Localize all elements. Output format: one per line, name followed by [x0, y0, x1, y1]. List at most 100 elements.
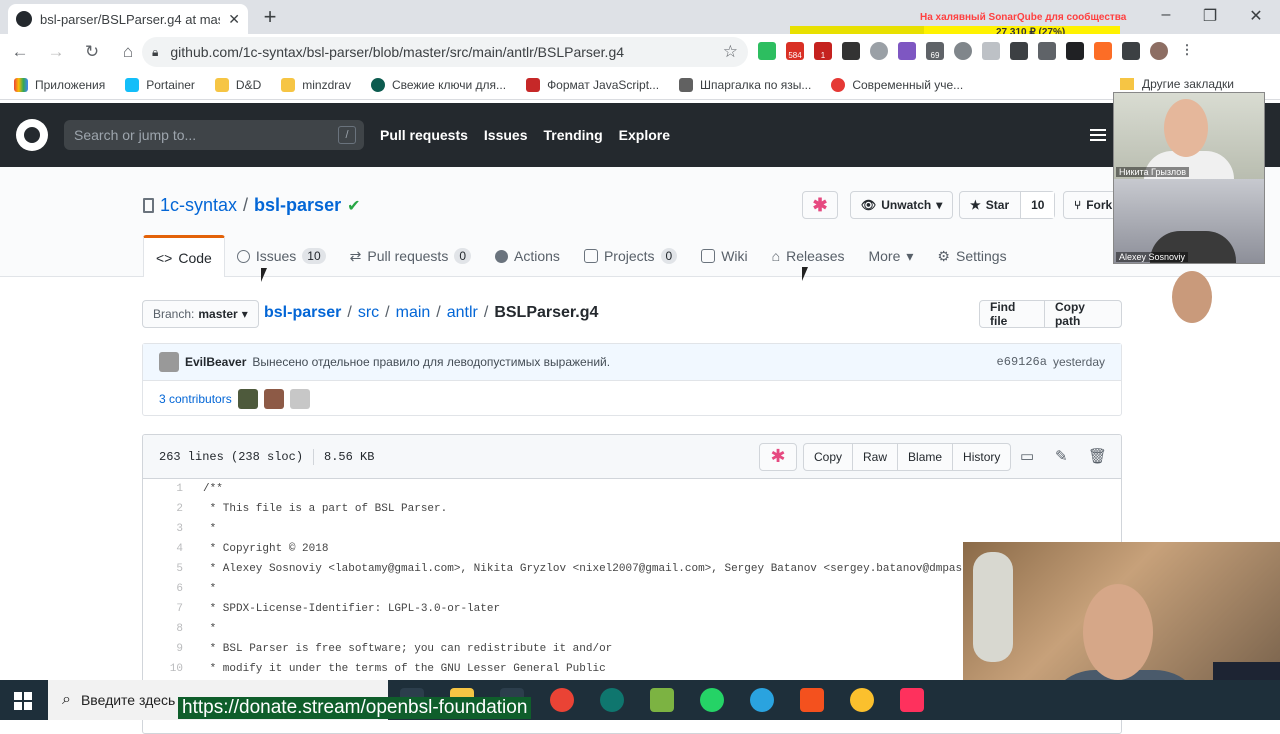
avatar[interactable]: [237, 388, 258, 409]
unwatch-button[interactable]: 👁︎ Unwatch ▾: [850, 191, 954, 219]
bookmark-star-icon[interactable]: ☆: [723, 42, 738, 62]
bookmark-item[interactable]: Формат JavaScript...: [526, 77, 659, 92]
line-number[interactable]: 4: [143, 539, 183, 559]
commit-message[interactable]: Вынесено отдельное правило для леводопус…: [252, 355, 610, 369]
bookmark-item[interactable]: Свежие ключи для...: [370, 77, 506, 92]
sparkle-extension-button[interactable]: ✱: [759, 443, 797, 471]
camera-icon[interactable]: [1010, 42, 1028, 60]
new-tab-button[interactable]: +: [258, 6, 282, 30]
bookmark-item[interactable]: Portainer: [125, 77, 195, 92]
other-bookmarks[interactable]: Другие закладки: [1120, 77, 1234, 91]
extension-icon[interactable]: [982, 42, 1000, 60]
tab-pull-requests[interactable]: ⇄ Pull requests 0: [338, 235, 483, 277]
extension-icon[interactable]: 69: [926, 42, 944, 60]
star-count[interactable]: 10: [1020, 192, 1055, 218]
breadcrumb-antlr[interactable]: antlr: [447, 304, 478, 322]
tab-issues[interactable]: Issues 10: [225, 235, 338, 277]
history-button[interactable]: History: [952, 444, 1010, 470]
commit-author[interactable]: EvilBeaver: [185, 355, 246, 369]
app-icon[interactable]: [600, 688, 624, 712]
restore-icon[interactable]: ❐: [1200, 6, 1220, 26]
avatar[interactable]: [263, 388, 284, 409]
breadcrumb-main[interactable]: main: [396, 304, 431, 322]
star-button[interactable]: ★ Star 10: [959, 191, 1056, 219]
repo-owner-link[interactable]: 1c-syntax: [160, 195, 237, 216]
home-icon[interactable]: ⌂: [112, 42, 144, 62]
nav-trending[interactable]: Trending: [544, 127, 603, 143]
app-icon[interactable]: [850, 688, 874, 712]
desktop-icon[interactable]: ▭: [1020, 447, 1034, 466]
tab-settings[interactable]: ⚙ Settings: [925, 235, 1018, 277]
windows-start-icon[interactable]: [14, 692, 32, 710]
reload-icon[interactable]: ↻: [76, 42, 108, 62]
trash-icon[interactable]: 🗑︎: [1088, 447, 1107, 466]
line-number[interactable]: 3: [143, 519, 183, 539]
tab-wiki[interactable]: Wiki: [689, 235, 759, 277]
bookmark-item[interactable]: Приложения: [14, 77, 105, 92]
avatar[interactable]: [159, 352, 179, 372]
nav-issues[interactable]: Issues: [484, 127, 528, 143]
bookmark-item[interactable]: D&D: [214, 77, 261, 92]
telegram-icon[interactable]: [750, 688, 774, 712]
bookmark-item[interactable]: Современный уче...: [831, 77, 963, 92]
hamburger-menu-icon[interactable]: [1090, 129, 1106, 141]
line-number[interactable]: 6: [143, 579, 183, 599]
raw-button[interactable]: Raw: [852, 444, 897, 470]
tab-projects[interactable]: Projects 0: [572, 235, 689, 277]
gear-icon[interactable]: [954, 42, 972, 60]
avatar[interactable]: [289, 388, 310, 409]
extension-icon[interactable]: [1066, 42, 1084, 60]
browser-tab[interactable]: bsl-parser/BSLParser.g4 at maste ✕: [8, 4, 248, 34]
sparkle-extension-button[interactable]: ✱: [802, 191, 838, 219]
line-number[interactable]: 8: [143, 619, 183, 639]
gitlab-icon[interactable]: [1094, 42, 1112, 60]
chrome-icon[interactable]: [550, 688, 574, 712]
line-number[interactable]: 5: [143, 559, 183, 579]
menu-dots-icon[interactable]: ⋮: [1178, 42, 1196, 60]
close-window-icon[interactable]: ✕: [1246, 6, 1266, 26]
extension-icon[interactable]: 1: [814, 42, 832, 60]
tab-releases[interactable]: ⌂ Releases: [760, 235, 857, 277]
tab-more[interactable]: More ▾: [856, 235, 925, 277]
blame-button[interactable]: Blame: [897, 444, 952, 470]
repo-name-link[interactable]: bsl-parser: [254, 195, 341, 216]
app-icon[interactable]: [800, 688, 824, 712]
search-input[interactable]: Search or jump to... /: [64, 120, 364, 150]
commit-sha[interactable]: e69126a: [997, 355, 1047, 369]
app-icon[interactable]: [650, 688, 674, 712]
extension-icon[interactable]: [898, 42, 916, 60]
extension-icon[interactable]: [1038, 42, 1056, 60]
extension-icon[interactable]: [842, 42, 860, 60]
tab-actions[interactable]: Actions: [483, 235, 572, 277]
find-file-button[interactable]: Find file: [980, 300, 1044, 328]
branch-select[interactable]: Branch: master ▾: [142, 300, 259, 328]
gmail-icon[interactable]: 584: [786, 42, 804, 60]
copy-path-button[interactable]: Copy path: [1043, 300, 1121, 328]
avatar[interactable]: [1150, 42, 1168, 60]
copy-button[interactable]: Copy: [804, 444, 852, 470]
line-number[interactable]: 7: [143, 599, 183, 619]
line-number[interactable]: 2: [143, 499, 183, 519]
breadcrumb-src[interactable]: src: [358, 304, 379, 322]
nav-explore[interactable]: Explore: [619, 127, 670, 143]
line-number[interactable]: 10: [143, 659, 183, 679]
address-bar[interactable]: 🔒︎ github.com/1c-syntax/bsl-parser/blob/…: [142, 37, 748, 67]
contributors-link[interactable]: 3 contributors: [159, 392, 232, 406]
extension-icon[interactable]: [870, 42, 888, 60]
back-icon[interactable]: ←: [4, 42, 36, 62]
breadcrumb-repo[interactable]: bsl-parser: [264, 304, 341, 322]
extension-icon[interactable]: [1122, 42, 1140, 60]
nav-pull-requests[interactable]: Pull requests: [380, 127, 468, 143]
evernote-icon[interactable]: [758, 42, 776, 60]
minimize-icon[interactable]: –: [1156, 6, 1176, 24]
github-logo-icon[interactable]: [16, 119, 48, 151]
intellij-icon[interactable]: [900, 688, 924, 712]
tab-code[interactable]: <> Code: [143, 235, 225, 277]
line-number[interactable]: 1: [143, 479, 183, 499]
whatsapp-icon[interactable]: [700, 688, 724, 712]
pencil-icon[interactable]: ✎: [1055, 447, 1068, 466]
bookmark-item[interactable]: Шпаргалка по язы...: [679, 77, 811, 92]
bookmark-item[interactable]: minzdrav: [281, 77, 351, 92]
line-number[interactable]: 9: [143, 639, 183, 659]
close-tab-icon[interactable]: ✕: [228, 11, 240, 28]
